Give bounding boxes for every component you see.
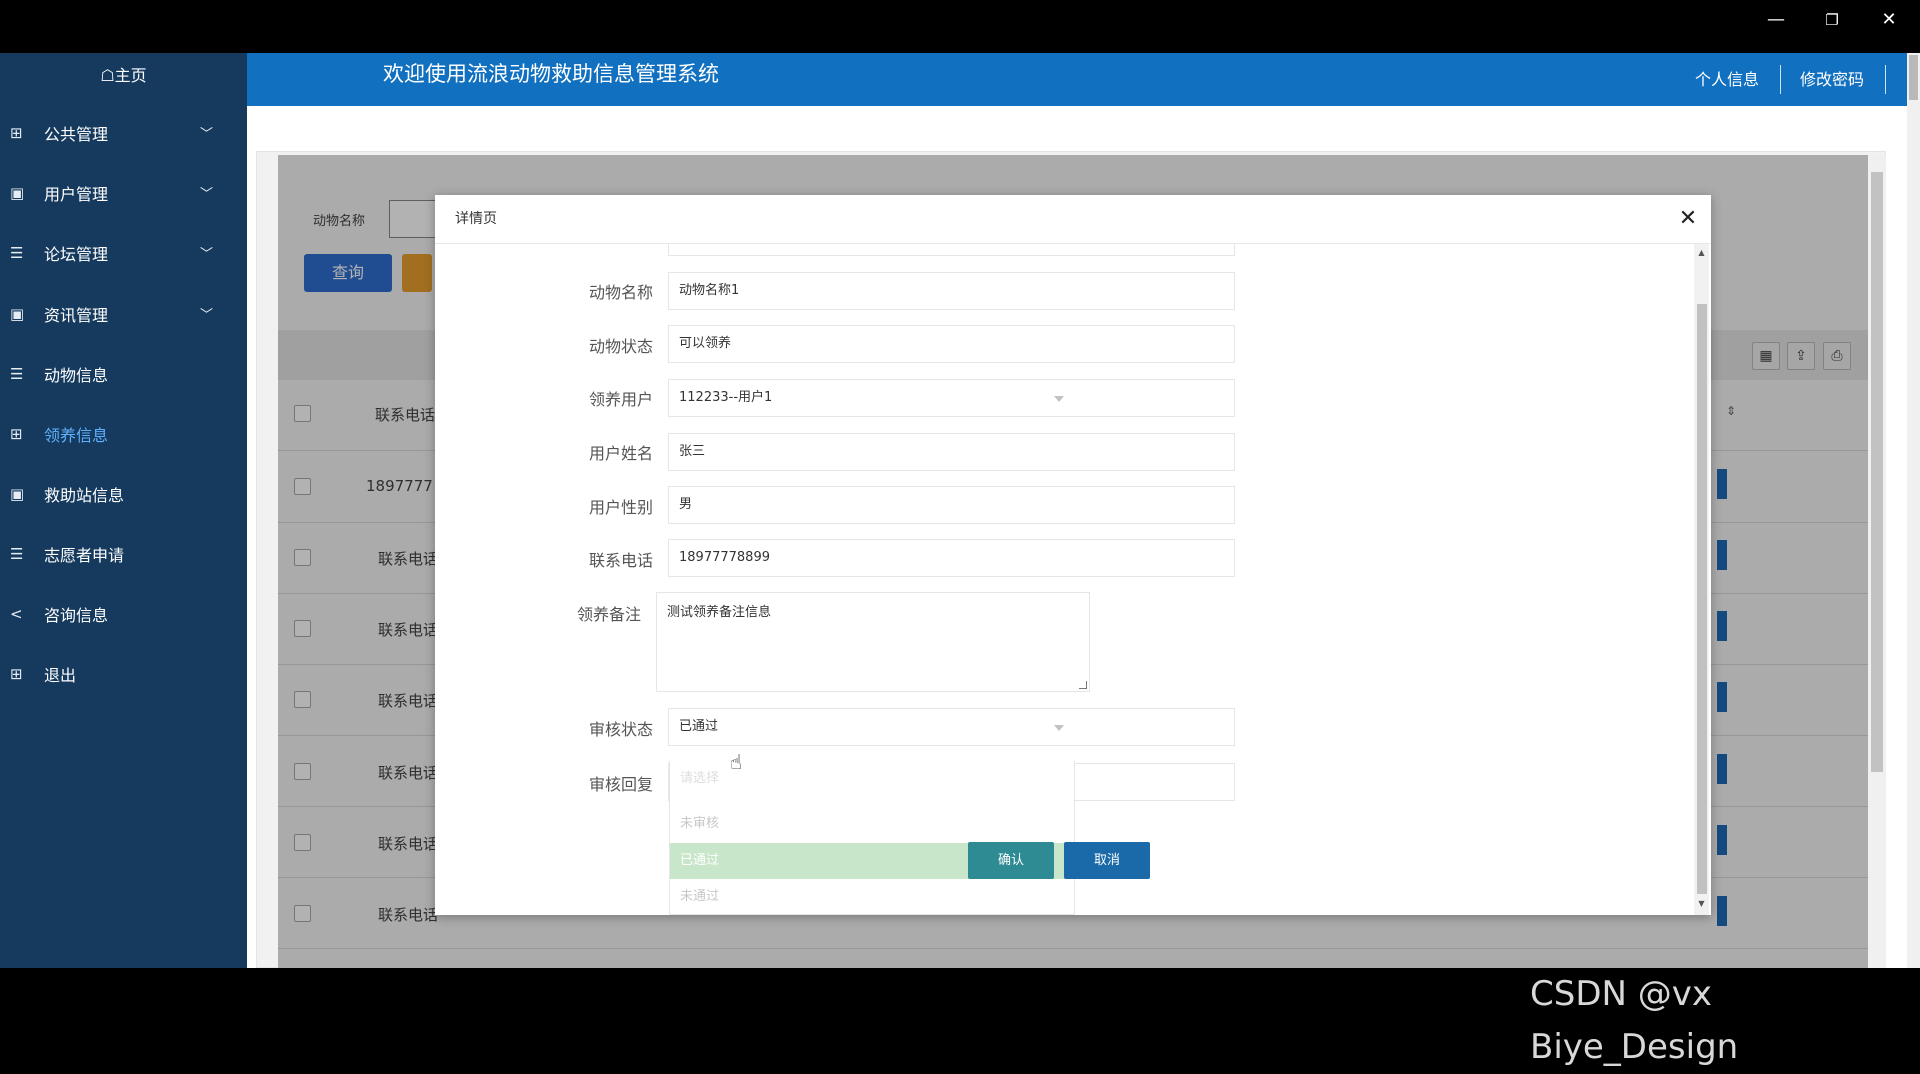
resize-grip-icon[interactable] <box>1079 681 1087 689</box>
list-icon: ☰ <box>10 545 24 563</box>
confirm-button[interactable]: 确认 <box>968 842 1054 879</box>
grid-icon: ⊞ <box>10 425 23 443</box>
page-scrollbar[interactable] <box>1907 53 1920 968</box>
sidebar-item-adoption-info[interactable]: ⊞ 领养信息 <box>0 406 247 466</box>
phone-field[interactable]: 18977778899 <box>668 539 1235 577</box>
sidebar-item-animal-info[interactable]: ☰ 动物信息 <box>0 346 247 406</box>
user-name-field[interactable]: 张三 <box>668 433 1235 471</box>
share-icon: < <box>10 605 23 623</box>
sidebar-item-volunteer-application[interactable]: ☰ 志愿者申请 <box>0 526 247 586</box>
sidebar-item-rescue-station[interactable]: ▣ 救助站信息 <box>0 466 247 526</box>
sidebar-item-label: 用户管理 <box>44 185 109 204</box>
sidebar-item-label: 救助站信息 <box>44 486 125 505</box>
chevron-down-icon: ﹀ <box>200 308 214 323</box>
sidebar-item-label: 论坛管理 <box>44 245 109 264</box>
form-field-partial <box>668 244 1235 256</box>
remark-textarea[interactable]: 测试领养备注信息 <box>656 592 1090 692</box>
close-icon[interactable]: ✕ <box>1676 205 1700 233</box>
page-title: 欢迎使用流浪动物救助信息管理系统 <box>383 62 719 86</box>
sidebar-item-label: 动物信息 <box>44 366 109 385</box>
grid-icon: ⊞ <box>10 665 23 683</box>
page-scrollbar-thumb[interactable] <box>1909 55 1918 100</box>
field-label-review-reply: 审核回复 <box>588 775 653 794</box>
window-title-bar <box>0 0 1920 53</box>
watermark: CSDN @vx Biye_Design <box>1530 974 1739 1067</box>
adopter-select[interactable]: 112233--用户1 <box>668 379 1235 417</box>
chevron-down-icon: ﹀ <box>200 127 214 142</box>
restore-button[interactable]: ❐ <box>1805 0 1859 40</box>
sidebar-home-link[interactable]: ☖主页 <box>0 53 247 99</box>
sidebar-item-consultation[interactable]: < 咨询信息 <box>0 586 247 646</box>
field-label-user-gender: 用户性别 <box>588 498 653 517</box>
field-label-review-status: 审核状态 <box>588 720 653 739</box>
scroll-up-icon[interactable]: ▲ <box>1694 246 1709 260</box>
header-divider <box>1780 65 1781 94</box>
sidebar-item-news-management[interactable]: ▣ 资讯管理 ﹀ <box>0 286 247 346</box>
change-password-link[interactable]: 修改密码 <box>1800 53 1864 106</box>
modal-header <box>435 195 1711 244</box>
field-label-adopter: 领养用户 <box>588 390 653 409</box>
chevron-down-icon: ﹀ <box>200 187 214 202</box>
review-status-value: 已通过 <box>679 719 719 734</box>
adopter-select-value: 112233--用户1 <box>679 390 773 405</box>
cancel-button[interactable]: 取消 <box>1064 842 1150 879</box>
sidebar-item-label: 志愿者申请 <box>44 546 125 565</box>
dropdown-option[interactable]: 未审核 <box>670 806 1074 842</box>
field-label-animal-status: 动物状态 <box>588 337 653 356</box>
sidebar-item-forum-management[interactable]: ☰ 论坛管理 ﹀ <box>0 225 247 285</box>
scroll-down-icon[interactable]: ▼ <box>1694 897 1709 911</box>
remark-text: 测试领养备注信息 <box>667 605 772 620</box>
header-divider <box>1885 65 1886 94</box>
dropdown-arrow-icon <box>1054 725 1064 731</box>
profile-link[interactable]: 个人信息 <box>1695 53 1759 106</box>
sidebar-item-label: 退出 <box>44 666 77 685</box>
minimize-button[interactable]: — <box>1749 0 1803 40</box>
book-icon: ▣ <box>10 485 25 503</box>
review-status-select[interactable]: 已通过 <box>668 708 1235 746</box>
sidebar-item-public-management[interactable]: ⊞ 公共管理 ﹀ <box>0 105 247 165</box>
sidebar-item-label: 公共管理 <box>44 125 109 144</box>
modal-scrollbar-thumb[interactable] <box>1697 304 1707 894</box>
modal-title: 详情页 <box>455 211 497 227</box>
list-icon: ☰ <box>10 365 24 383</box>
sidebar-item-logout[interactable]: ⊞ 退出 <box>0 646 247 706</box>
book-icon: ▣ <box>10 305 25 323</box>
field-label-phone: 联系电话 <box>588 551 653 570</box>
sidebar-item-label: 资讯管理 <box>44 306 109 325</box>
grid-icon: ⊞ <box>10 124 23 142</box>
sidebar-item-user-management[interactable]: ▣ 用户管理 ﹀ <box>0 165 247 225</box>
content-scrollbar-thumb[interactable] <box>1871 172 1883 772</box>
window-close-button[interactable]: ✕ <box>1862 0 1916 40</box>
field-label-user-name: 用户姓名 <box>588 444 653 463</box>
book-icon: ▣ <box>10 184 25 202</box>
dropdown-option[interactable]: 未通过 <box>670 879 1074 915</box>
field-label-animal-name: 动物名称 <box>588 283 653 302</box>
field-label-remark: 领养备注 <box>576 605 641 624</box>
sidebar-item-label: 领养信息 <box>44 426 109 445</box>
animal-name-field[interactable]: 动物名称1 <box>668 272 1235 310</box>
dropdown-arrow-icon <box>1054 396 1064 402</box>
user-gender-field[interactable]: 男 <box>668 486 1235 524</box>
hand-cursor-icon: ☝ <box>730 750 743 774</box>
sidebar-item-label: 咨询信息 <box>44 606 109 625</box>
chevron-down-icon: ﹀ <box>200 247 214 262</box>
list-icon: ☰ <box>10 244 24 262</box>
animal-status-field[interactable]: 可以领养 <box>668 325 1235 363</box>
